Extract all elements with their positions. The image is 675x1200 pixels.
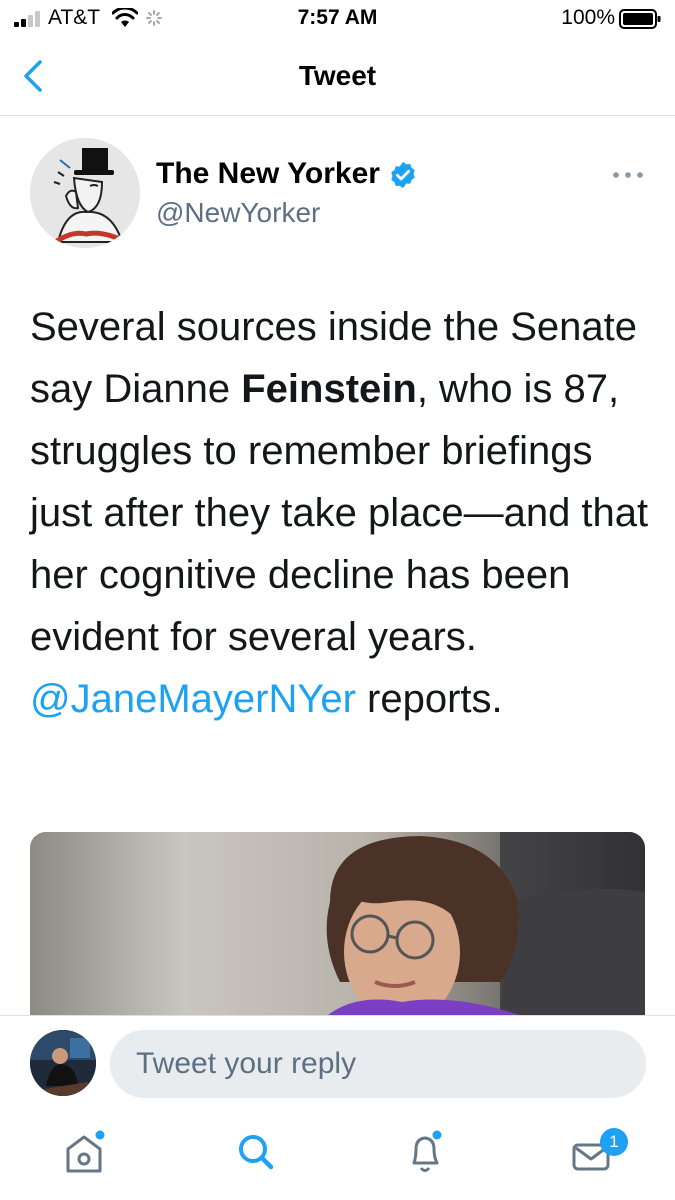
- reply-bar: [0, 1015, 675, 1116]
- tweet-text-part: reports.: [355, 677, 503, 721]
- current-user-avatar[interactable]: [30, 1030, 96, 1096]
- photo-image: [30, 832, 645, 1022]
- home-icon[interactable]: [62, 1127, 106, 1175]
- search-icon[interactable]: [234, 1127, 278, 1175]
- nav-bar: Tweet: [0, 40, 675, 116]
- reply-input[interactable]: [110, 1030, 646, 1098]
- status-bar: AT&T 7:57 AM 100%: [0, 0, 675, 40]
- page-title: Tweet: [298, 60, 377, 91]
- battery-icon: [619, 9, 661, 29]
- author-avatar[interactable]: [30, 138, 140, 248]
- bell-icon[interactable]: [404, 1127, 448, 1175]
- battery-percent: 100%: [561, 6, 615, 29]
- messages-badge: 1: [600, 1128, 628, 1156]
- tweet-media-image[interactable]: [30, 832, 645, 1022]
- author-name[interactable]: The New Yorker: [156, 157, 380, 191]
- tweet-text: Several sources inside the Senate say Di…: [30, 296, 650, 730]
- tweet-text-bold: Feinstein: [241, 367, 417, 411]
- tab-bar: [0, 1115, 675, 1200]
- author-name-row[interactable]: The New Yorker: [156, 154, 418, 194]
- user-photo-image: [30, 1030, 96, 1096]
- mention-link[interactable]: @JaneMayerNYer: [30, 677, 356, 721]
- eustace-tilley-logo-icon: [30, 138, 140, 248]
- author-handle[interactable]: @NewYorker: [156, 197, 320, 229]
- verified-badge-icon: [391, 161, 415, 189]
- more-options-icon[interactable]: [612, 170, 644, 180]
